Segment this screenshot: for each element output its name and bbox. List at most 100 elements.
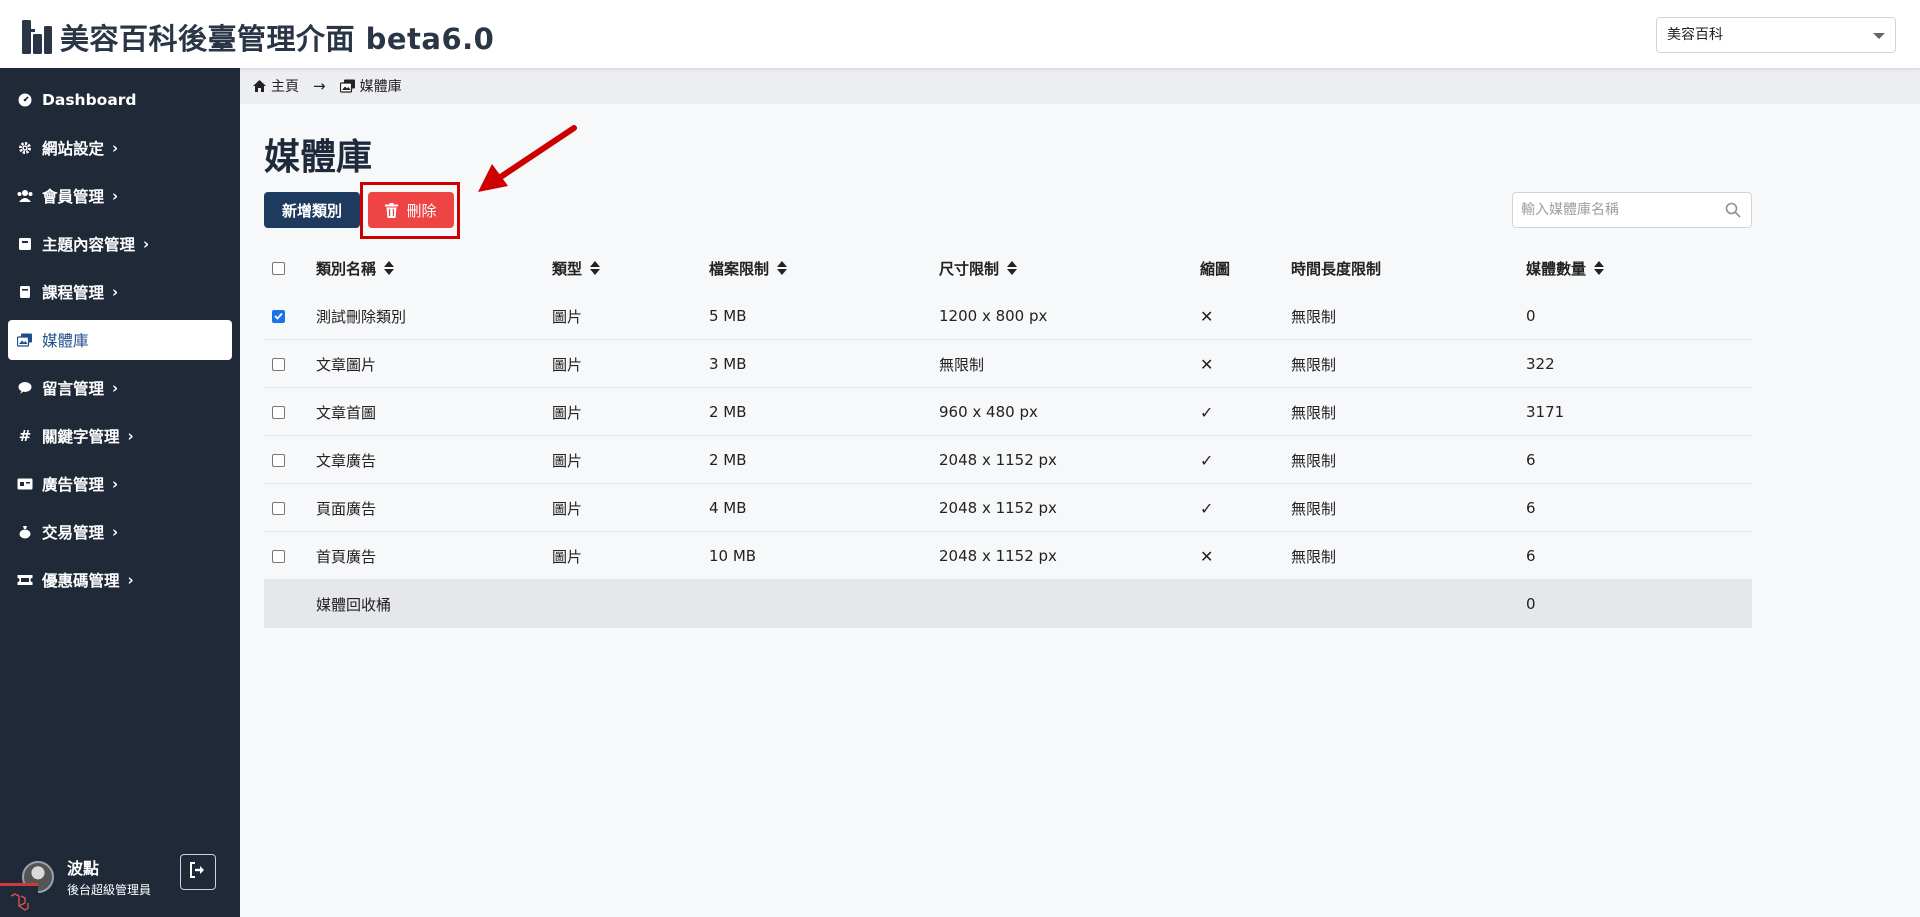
table-header-row: 類別名稱 類型 檔案限制 尺寸限制 縮圖 時間長度限制 媒體數量 [264, 244, 1752, 292]
chevron-right-icon: › [112, 523, 119, 541]
row-checkbox[interactable] [272, 340, 285, 388]
sort-icon [384, 261, 395, 275]
search-icon[interactable] [1725, 202, 1741, 222]
money-bag-icon [16, 523, 34, 541]
row-checkbox[interactable] [272, 436, 285, 484]
check-icon: ✓ [1200, 402, 1214, 422]
table-row[interactable]: 文章圖片 圖片 3 MB 無限制 ✕ 無限制 322 [264, 340, 1752, 388]
trash-row[interactable]: 媒體回收桶 0 [264, 580, 1752, 628]
table-cell-name: 頁面廣告 [316, 499, 377, 518]
gear-icon [16, 139, 34, 157]
sidebar-item-site-settings[interactable]: 網站設定 › [8, 128, 232, 168]
row-checkbox[interactable] [272, 388, 285, 436]
column-header-duration: 時間長度限制 [1291, 259, 1382, 278]
sidebar-item-topics[interactable]: 主題內容管理 › [8, 224, 232, 264]
table-cell-size-limit: 1200 x 800 px [939, 307, 1048, 325]
sort-icon [1594, 261, 1605, 275]
users-icon [16, 187, 34, 205]
column-header-count[interactable]: 媒體數量 [1526, 244, 1605, 292]
images-icon [339, 79, 355, 93]
site-select-dropdown[interactable]: 美容百科 [1656, 17, 1896, 53]
home-icon [253, 80, 266, 92]
table-cell-count: 322 [1526, 355, 1555, 373]
column-header-type[interactable]: 類型 [552, 244, 601, 292]
table-cell-size-limit: 2048 x 1152 px [939, 451, 1057, 469]
sidebar-item-coupons[interactable]: 優惠碼管理 › [8, 560, 232, 600]
trash-icon [385, 202, 399, 218]
table-row[interactable]: 文章首圖 圖片 2 MB 960 x 480 px ✓ 無限制 3171 [264, 388, 1752, 436]
table-cell-size-limit: 960 x 480 px [939, 403, 1038, 421]
breadcrumb-current-label: 媒體庫 [359, 79, 402, 95]
sidebar-item-ads[interactable]: 廣告管理 › [8, 464, 232, 504]
table-cell-file-limit: 4 MB [709, 499, 747, 517]
laravel-logo-icon [22, 20, 52, 54]
breadcrumb-home-link[interactable]: 主頁 [252, 76, 299, 96]
table-row[interactable]: 首頁廣告 圖片 10 MB 2048 x 1152 px ✕ 無限制 6 [264, 532, 1752, 580]
breadcrumb: 主頁 → 媒體庫 [240, 68, 1920, 104]
table-cell-file-limit: 10 MB [709, 547, 757, 565]
chevron-right-icon: › [112, 379, 119, 397]
logout-button[interactable] [180, 854, 216, 890]
sort-icon [590, 261, 601, 275]
table-row[interactable]: 測試刪除類別 圖片 5 MB 1200 x 800 px ✕ 無限制 0 [264, 292, 1752, 340]
site-select-value: 美容百科 [1667, 27, 1723, 43]
hash-icon: # [18, 427, 32, 445]
sidebar-item-transactions[interactable]: 交易管理 › [8, 512, 232, 552]
search-input[interactable] [1513, 193, 1709, 227]
sidebar-item-dashboard[interactable]: Dashboard [8, 80, 232, 120]
book-icon [16, 235, 34, 253]
sidebar-item-comments[interactable]: 留言管理 › [8, 368, 232, 408]
cross-icon: ✕ [1200, 354, 1214, 374]
chevron-right-icon: › [112, 139, 119, 157]
check-icon: ✓ [1200, 498, 1214, 518]
column-header-size-limit[interactable]: 尺寸限制 [939, 244, 1018, 292]
table-cell-type: 圖片 [552, 499, 583, 518]
table-cell-size-limit: 2048 x 1152 px [939, 499, 1057, 517]
table-cell-name: 文章廣告 [316, 451, 377, 470]
sidebar-item-keywords[interactable]: # 關鍵字管理 › [8, 416, 232, 456]
row-checkbox[interactable] [272, 484, 285, 532]
book-icon [16, 283, 34, 301]
chevron-right-icon: › [127, 427, 134, 445]
table-cell-file-limit: 3 MB [709, 355, 747, 373]
table-cell-count: 0 [1526, 307, 1536, 325]
table-cell-name: 文章首圖 [316, 403, 377, 422]
delete-button[interactable]: 刪除 [368, 192, 454, 228]
column-header-file-limit[interactable]: 檔案限制 [709, 244, 788, 292]
table-cell-duration: 無限制 [1291, 403, 1337, 422]
table-cell-size-limit: 2048 x 1152 px [939, 547, 1057, 565]
table-cell-name: 媒體回收桶 [316, 595, 392, 614]
table-row[interactable]: 頁面廣告 圖片 4 MB 2048 x 1152 px ✓ 無限制 6 [264, 484, 1752, 532]
table-cell-file-limit: 2 MB [709, 403, 747, 421]
table-cell-duration: 無限制 [1291, 355, 1337, 374]
user-profile: 波點 後台超級管理員 [22, 855, 151, 898]
user-name: 波點 [67, 859, 100, 878]
sidebar-item-members[interactable]: 會員管理 › [8, 176, 232, 216]
table-cell-type: 圖片 [552, 403, 583, 422]
table-cell-file-limit: 5 MB [709, 307, 747, 325]
breadcrumb-home-label: 主頁 [271, 79, 299, 95]
breadcrumb-current: 媒體庫 [339, 76, 402, 96]
app-title: 美容百科後臺管理介面 beta6.0 [60, 22, 495, 56]
sidebar-item-courses[interactable]: 課程管理 › [8, 272, 232, 312]
table-cell-name: 文章圖片 [316, 355, 377, 374]
dashboard-icon [16, 91, 34, 109]
table-cell-name: 首頁廣告 [316, 547, 377, 566]
sidebar-item-label: 網站設定 [42, 140, 105, 158]
select-all-checkbox[interactable] [272, 244, 285, 292]
top-header: 美容百科後臺管理介面 beta6.0 美容百科 [0, 0, 1920, 68]
table-cell-count: 6 [1526, 499, 1536, 517]
row-checkbox[interactable] [272, 292, 285, 340]
table-row[interactable]: 文章廣告 圖片 2 MB 2048 x 1152 px ✓ 無限制 6 [264, 436, 1752, 484]
sidebar-item-label: 交易管理 [42, 524, 105, 542]
laravel-badge-icon[interactable] [0, 883, 38, 917]
add-category-button[interactable]: 新增類別 [264, 192, 360, 228]
sidebar-item-label: 關鍵字管理 [42, 428, 120, 446]
column-header-name[interactable]: 類別名稱 [316, 244, 395, 292]
sidebar-item-media-library[interactable]: 媒體庫 [8, 320, 232, 360]
search-box [1512, 192, 1752, 228]
table-cell-type: 圖片 [552, 307, 583, 326]
sidebar-item-label: Dashboard [42, 91, 137, 109]
row-checkbox[interactable] [272, 532, 285, 580]
sidebar: Dashboard 網站設定 › 會員管理 › 主題內容管理 › 課程管理 › … [0, 68, 240, 917]
